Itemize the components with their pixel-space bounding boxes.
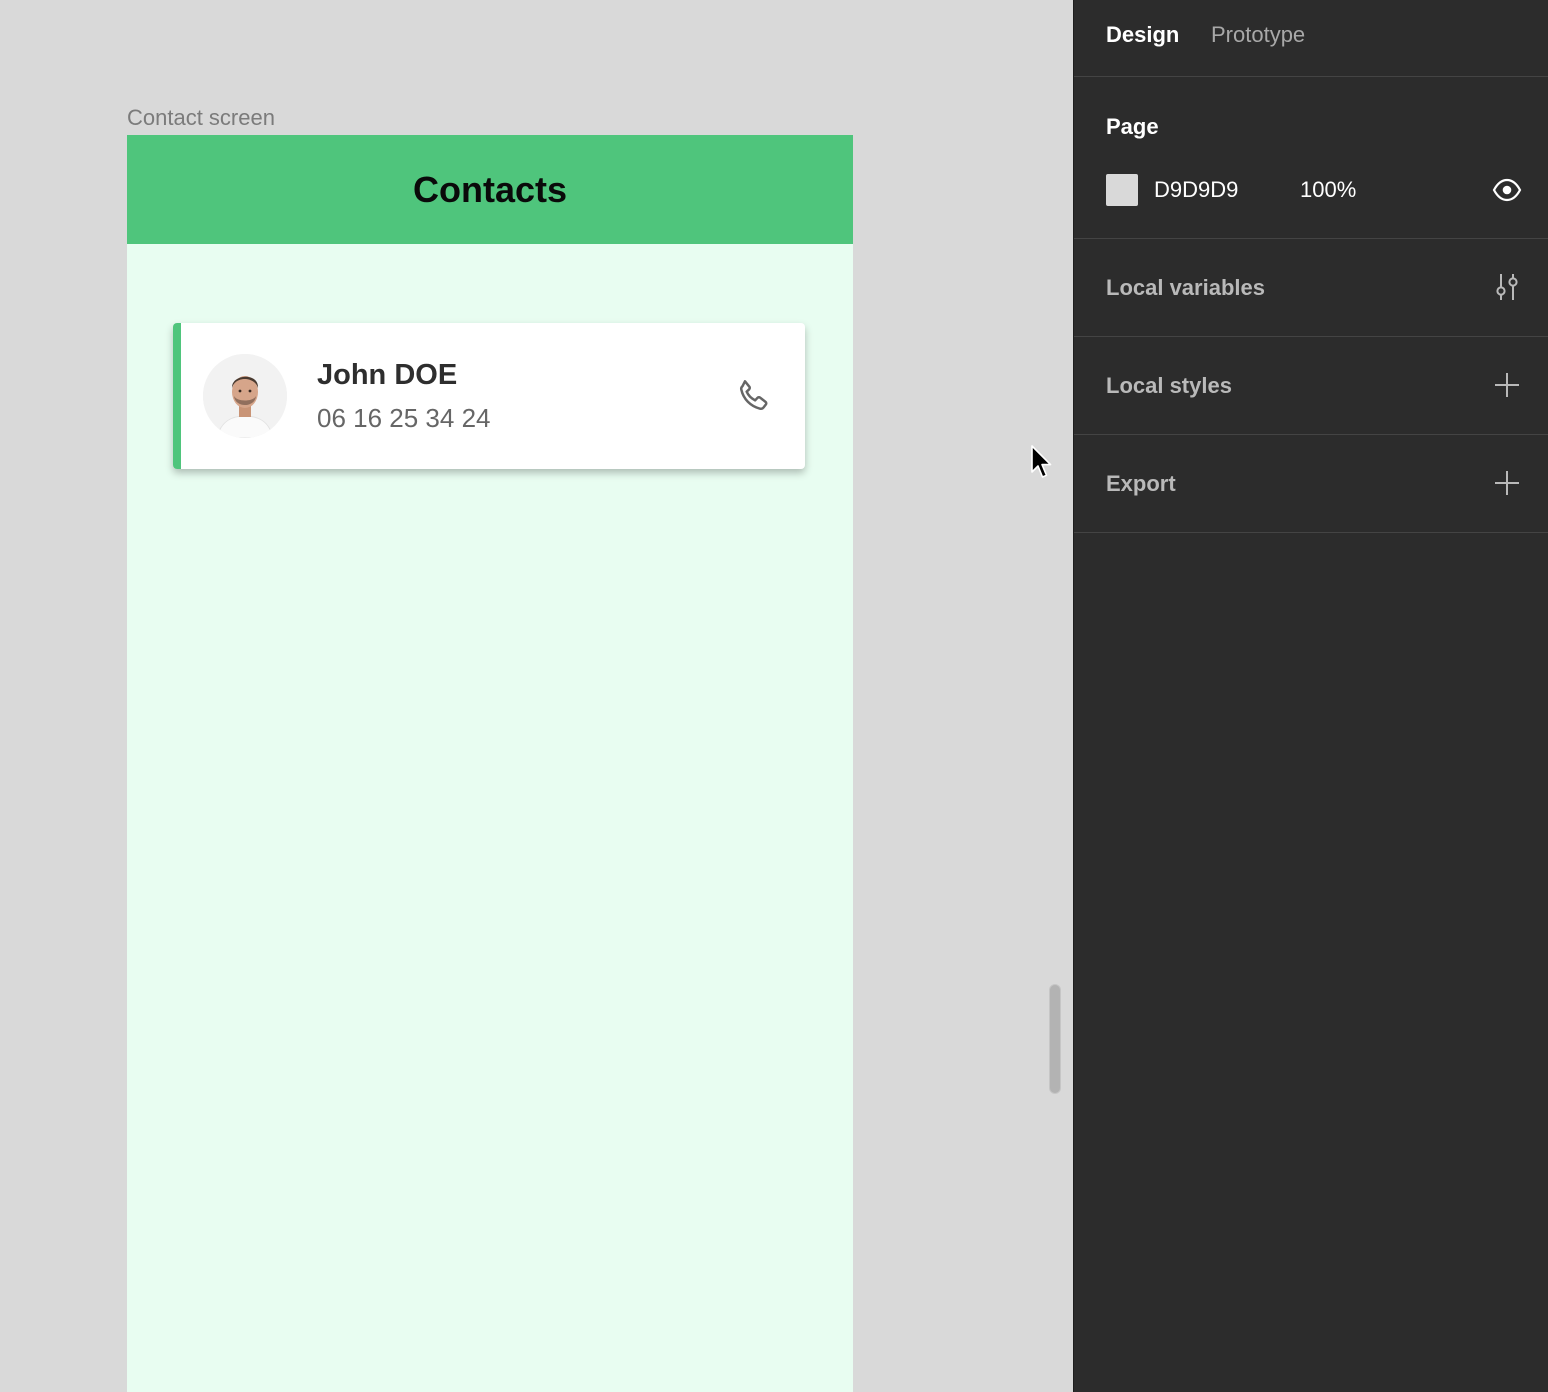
- tab-prototype[interactable]: Prototype: [1211, 22, 1305, 48]
- mouse-cursor-icon: [1031, 445, 1052, 478]
- local-styles-label: Local styles: [1106, 373, 1232, 398]
- local-variables-label: Local variables: [1106, 275, 1265, 300]
- avatar: [203, 354, 287, 438]
- contact-screen-frame[interactable]: Contacts John DOE 06 16 25 34 24: [127, 135, 853, 1392]
- app-title: Contacts: [412, 168, 568, 210]
- page-opacity-input[interactable]: 100%: [1300, 177, 1356, 203]
- person-photo-icon: [203, 354, 287, 438]
- eye-icon[interactable]: [1492, 176, 1522, 204]
- page-color-swatch[interactable]: [1106, 174, 1138, 206]
- contact-card[interactable]: John DOE 06 16 25 34 24: [173, 323, 805, 469]
- canvas-scrollbar[interactable]: [1049, 984, 1061, 1094]
- page-section-title: Page: [1106, 114, 1159, 139]
- local-variables-section: Local variables: [1074, 239, 1548, 337]
- export-section: Export: [1074, 435, 1548, 533]
- call-button[interactable]: [731, 373, 777, 419]
- page-color-hex-input[interactable]: D9D9D9: [1154, 177, 1238, 203]
- tab-design[interactable]: Design: [1106, 22, 1179, 48]
- export-label: Export: [1106, 471, 1176, 496]
- sliders-icon[interactable]: [1492, 272, 1522, 302]
- properties-panel: Design Prototype Page D9D9D9 100% Local …: [1073, 0, 1548, 1392]
- contact-phone: 06 16 25 34 24: [317, 403, 491, 433]
- contact-name: John DOE: [317, 359, 458, 391]
- page-section: Page D9D9D9 100%: [1074, 77, 1548, 239]
- phone-icon: [739, 380, 768, 411]
- app-header: Contacts: [127, 135, 853, 244]
- frame-label[interactable]: Contact screen: [127, 105, 275, 131]
- panel-tabs: Design Prototype: [1074, 0, 1548, 77]
- plus-icon[interactable]: [1492, 468, 1522, 498]
- card-accent-bar: [173, 323, 181, 469]
- canvas[interactable]: Contact screen Contacts John DOE 06 16 2…: [0, 0, 1073, 1392]
- plus-icon[interactable]: [1492, 370, 1522, 400]
- local-styles-section: Local styles: [1074, 337, 1548, 435]
